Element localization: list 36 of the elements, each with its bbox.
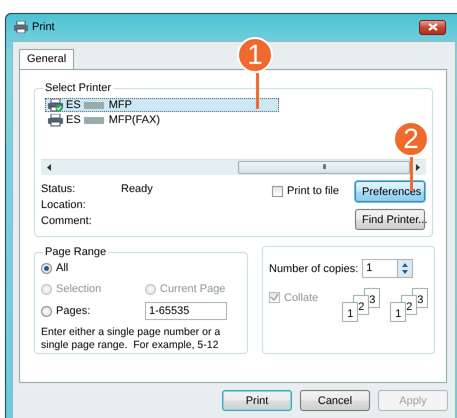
group-label: Select Printer [44, 82, 112, 94]
radio-label: Pages: [56, 305, 90, 317]
close-button[interactable] [419, 20, 446, 34]
tab[interactable]: General [19, 49, 74, 69]
radio-label: All [56, 262, 68, 274]
radio-button[interactable] [41, 306, 52, 316]
leader-line [256, 73, 259, 109]
spin-arrows-icon[interactable] [397, 260, 412, 277]
window-title: Print [32, 21, 55, 33]
field-label: Number of copies: [269, 262, 358, 274]
right-arrow-icon[interactable] [416, 164, 420, 171]
preferences-button[interactable]: Preferences [355, 181, 425, 202]
checkbox-label: Collate [284, 292, 318, 304]
field-value: Ready [121, 183, 153, 195]
cancel-button[interactable]: Cancel [300, 390, 370, 411]
left-arrow-icon[interactable] [47, 164, 51, 171]
radio-button[interactable] [41, 262, 52, 274]
radio-label: Current Page [160, 283, 226, 295]
group-label: Page Range [44, 246, 108, 258]
pages-field[interactable]: 1-65535 [145, 302, 227, 320]
printer-icon [14, 21, 28, 33]
hint-text: Enter either a single page number or a single page range. For example, 5-12 [41, 326, 222, 352]
radio-label: Selection [56, 283, 102, 295]
close-icon [428, 23, 438, 31]
field-label: Status: [41, 183, 76, 195]
find-printer-button[interactable]: Find Printer... [355, 209, 425, 230]
printer-icon [48, 114, 64, 126]
field-label: Location: [41, 199, 87, 211]
checkbox[interactable] [272, 186, 284, 196]
field-label: Comment: [41, 215, 93, 227]
copies-spinner[interactable]: 1 [362, 259, 414, 278]
printer-icon [48, 98, 64, 112]
print-button[interactable]: Print [222, 390, 292, 411]
checkbox-label: Print to file [287, 185, 339, 197]
printer-item[interactable]: ES MFP(FAX) [45, 113, 279, 127]
printer-item[interactable]: ES MFP [45, 98, 279, 112]
